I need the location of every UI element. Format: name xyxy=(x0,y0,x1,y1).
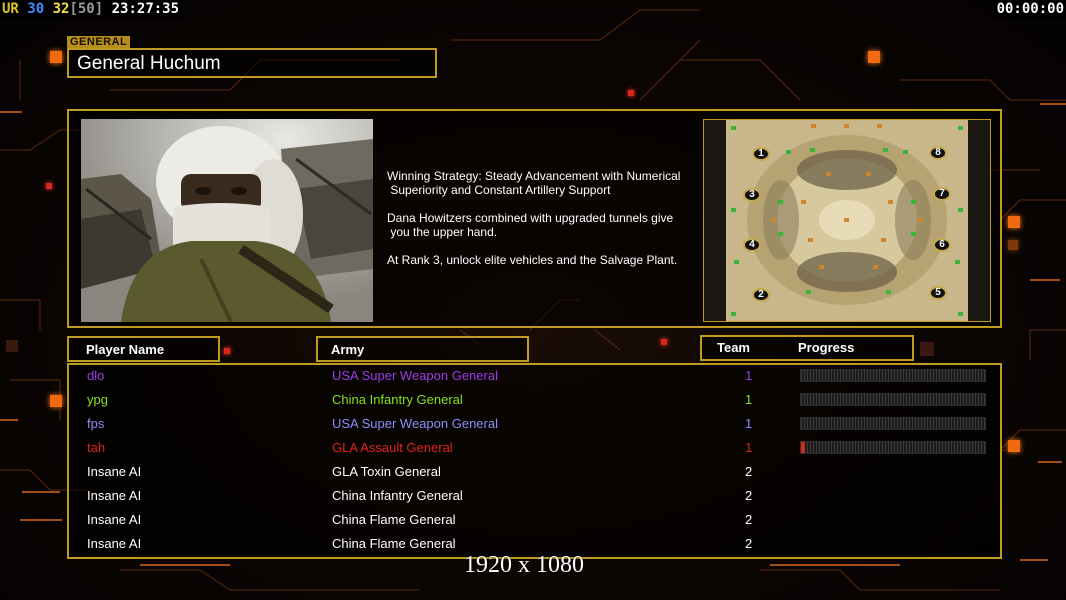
player-row[interactable]: fps USA Super Weapon General 1 xyxy=(69,412,1000,436)
start-position-label: 1 xyxy=(758,148,764,159)
progress-bar-track xyxy=(801,370,985,381)
player-army: USA Super Weapon General xyxy=(332,368,498,383)
progress-bar xyxy=(800,441,986,454)
start-position-3[interactable]: 3 xyxy=(743,188,761,202)
progress-bar xyxy=(800,369,986,382)
player-list: dlo USA Super Weapon General 1 ypg China Inf… xyxy=(67,363,1002,559)
player-row[interactable]: Insane AI China Infantry General 2 xyxy=(69,484,1000,508)
player-team: 1 xyxy=(745,392,753,407)
glow-square xyxy=(50,51,62,63)
glow-square xyxy=(224,348,230,354)
player-team: 1 xyxy=(745,440,753,455)
column-header-label: Team xyxy=(717,340,750,355)
player-name: dlo xyxy=(87,368,105,383)
start-position-8[interactable]: 8 xyxy=(929,146,947,160)
progress-bar-fill xyxy=(801,442,805,453)
column-header-label: Player Name xyxy=(86,342,165,357)
player-team: 2 xyxy=(745,512,753,527)
player-row[interactable]: dlo USA Super Weapon General 1 xyxy=(69,364,1000,388)
glow-square xyxy=(1008,440,1020,452)
player-army: China Infantry General xyxy=(332,488,463,503)
glow-square xyxy=(661,339,667,345)
progress-bar-track xyxy=(801,418,985,429)
column-header-label: Army xyxy=(331,342,365,357)
player-army: China Flame General xyxy=(332,512,456,527)
player-team: 2 xyxy=(745,464,753,479)
glow-square xyxy=(920,342,934,356)
player-army: GLA Assault General xyxy=(332,440,453,455)
hud-ur-label: UR xyxy=(2,1,19,17)
hud-timer-value: 00:00:00 xyxy=(996,1,1064,17)
general-title-box: General Huchum xyxy=(67,48,437,78)
glow-square xyxy=(6,340,18,352)
progress-bar-track xyxy=(801,394,985,405)
strategy-line: At Rank 3, unlock elite vehicles and the… xyxy=(387,253,678,267)
progress-bar xyxy=(800,417,986,430)
progress-bar xyxy=(800,393,986,406)
column-header-army: Army xyxy=(316,336,529,362)
start-position-label: 7 xyxy=(939,188,945,199)
start-position-2[interactable]: 2 xyxy=(752,288,770,302)
player-army: China Infantry General xyxy=(332,392,463,407)
start-position-label: 3 xyxy=(749,189,755,200)
hud-timer: 00:00:00 xyxy=(992,0,1066,18)
start-position-6[interactable]: 6 xyxy=(933,238,951,252)
glow-square xyxy=(46,183,52,189)
player-team: 1 xyxy=(745,416,753,431)
start-position-label: 6 xyxy=(939,239,945,250)
hud-blue-value: 30 xyxy=(27,1,45,17)
player-team: 2 xyxy=(745,488,753,503)
start-position-label: 2 xyxy=(758,289,764,300)
general-portrait xyxy=(81,119,373,322)
column-header-player-name: Player Name xyxy=(67,336,220,362)
start-position-1[interactable]: 1 xyxy=(752,147,770,161)
glow-square xyxy=(868,51,880,63)
progress-bar-track xyxy=(801,442,985,453)
player-row[interactable]: Insane AI GLA Toxin General 2 xyxy=(69,460,1000,484)
player-army: GLA Toxin General xyxy=(332,464,441,479)
glow-square xyxy=(628,90,634,96)
player-name: tah xyxy=(87,440,106,455)
general-tag: GENERAL xyxy=(67,36,131,48)
strategy-line: Winning Strategy: Steady Advancement wit… xyxy=(387,169,681,197)
general-name: General Huchum xyxy=(77,53,221,74)
glow-square xyxy=(50,395,62,407)
player-name: Insane AI xyxy=(87,536,142,551)
strategy-line: Dana Howitzers combined with upgraded tu… xyxy=(387,211,674,239)
start-position-label: 8 xyxy=(935,147,941,158)
map-preview: 1 2 3 4 5 6 7 8 xyxy=(703,119,991,322)
general-info-panel: Winning Strategy: Steady Advancement wit… xyxy=(67,109,1002,328)
player-name: fps xyxy=(87,416,105,431)
start-position-label: 5 xyxy=(935,287,941,298)
start-position-label: 4 xyxy=(749,239,755,250)
hud-bracket-value: [50] xyxy=(69,1,104,17)
column-header-team-progress: Team Progress xyxy=(700,335,914,361)
hud-yellow-value: 32 xyxy=(52,1,70,17)
start-position-5[interactable]: 5 xyxy=(929,286,947,300)
player-name: Insane AI xyxy=(87,512,142,527)
player-army: USA Super Weapon General xyxy=(332,416,498,431)
start-position-4[interactable]: 4 xyxy=(743,238,761,252)
player-row[interactable]: tah GLA Assault General 1 xyxy=(69,436,1000,460)
player-row[interactable]: ypg China Infantry General 1 xyxy=(69,388,1000,412)
player-name: ypg xyxy=(87,392,108,407)
hud-clock: 23:27:35 xyxy=(111,1,180,17)
start-position-7[interactable]: 7 xyxy=(933,187,951,201)
hud-stats: UR 30 32[50] 23:27:35 xyxy=(0,0,184,18)
player-team: 2 xyxy=(745,536,753,551)
resolution-caption: 1920 x 1080 xyxy=(464,552,584,578)
map-image: 1 2 3 4 5 6 7 8 xyxy=(726,120,968,321)
column-header-label: Progress xyxy=(798,340,855,355)
portrait-image-icon xyxy=(81,119,373,322)
glow-square xyxy=(1008,240,1018,250)
player-army: China Flame General xyxy=(332,536,456,551)
strategy-text: Winning Strategy: Steady Advancement wit… xyxy=(387,169,707,281)
player-row[interactable]: Insane AI China Flame General 2 xyxy=(69,508,1000,532)
player-name: Insane AI xyxy=(87,488,142,503)
glow-square xyxy=(1008,216,1020,228)
player-name: Insane AI xyxy=(87,464,142,479)
player-team: 1 xyxy=(745,368,753,383)
